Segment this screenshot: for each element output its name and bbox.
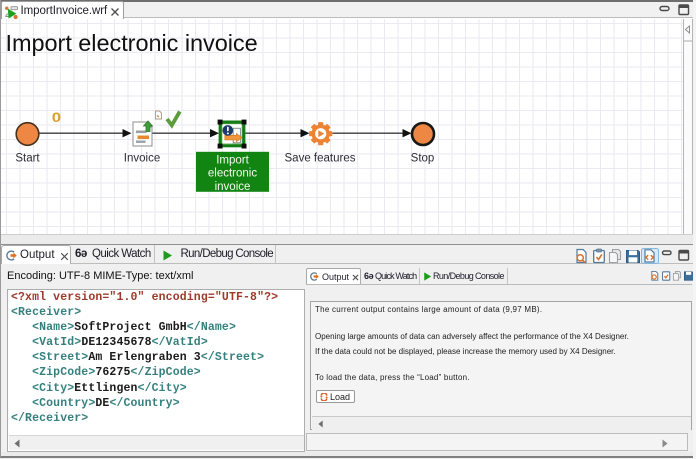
svg-text:Start: Start xyxy=(15,153,40,165)
svg-text:electronic: electronic xyxy=(208,168,257,180)
svg-text:Save features: Save features xyxy=(285,153,356,165)
svg-text:0: 0 xyxy=(52,110,61,125)
svg-text:Import: Import xyxy=(216,154,249,166)
svg-text:invoice: invoice xyxy=(215,181,251,193)
svg-text:Stop: Stop xyxy=(411,153,435,165)
svg-text:Invoice: Invoice xyxy=(124,153,160,165)
